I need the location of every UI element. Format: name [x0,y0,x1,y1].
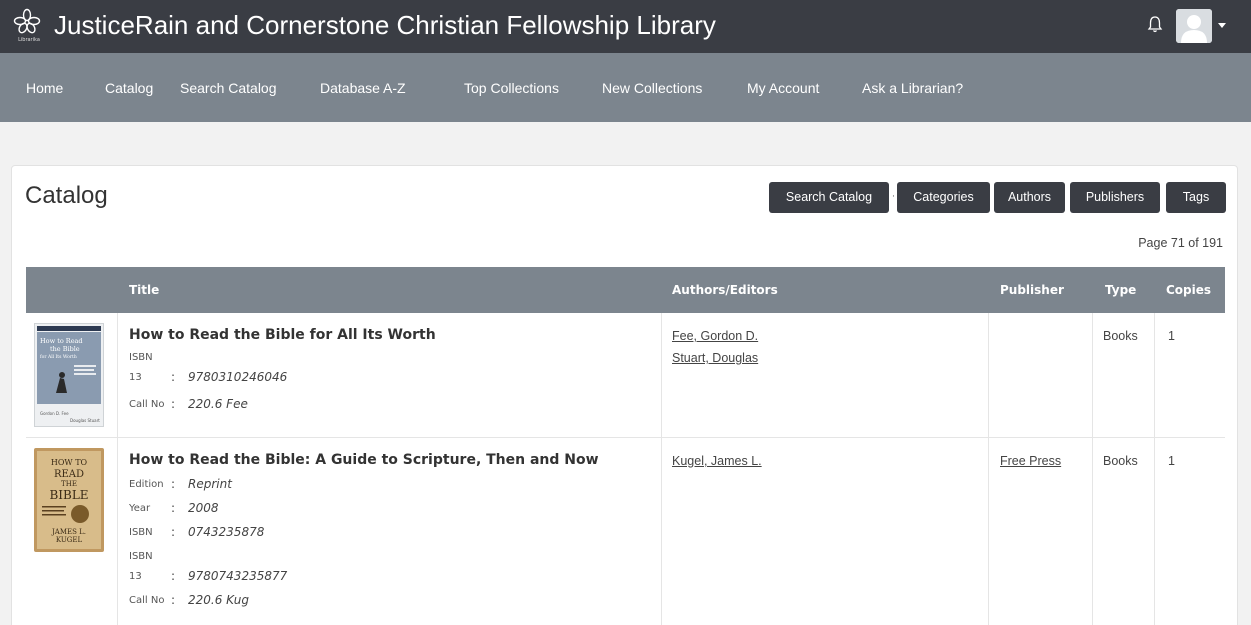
field-colon: : [171,525,176,539]
author-link[interactable]: Kugel, James L. [672,454,762,468]
cover-text-line2: READ [54,469,84,480]
field-colon: : [171,501,176,515]
nav-database-a-z[interactable]: Database A-Z [320,80,406,96]
book-title-link[interactable]: How to Read the Bible for All Its Worth [129,327,436,343]
year-value: 2008 [188,501,219,515]
field-colon: : [171,593,176,607]
call-number-value: 220.6 Fee [188,397,248,411]
author-link[interactable]: Stuart, Douglas [672,351,758,365]
copies-count: 1 [1168,454,1175,468]
item-type: Books [1103,329,1138,343]
tags-button[interactable]: Tags [1166,182,1226,213]
top-bar: Librarika JusticeRain and Cornerstone Ch… [0,0,1251,53]
publisher-link[interactable]: Free Press [1000,454,1061,468]
pagination-info: Page 71 of 191 [1138,236,1223,250]
nav-catalog[interactable]: Catalog [105,80,153,96]
categories-button[interactable]: Categories [897,182,990,213]
librarika-logo[interactable]: Librarika [12,8,42,46]
isbn13-label: ISBN [129,551,153,562]
cover-text-line1: HOW TO [51,458,88,467]
column-header-type[interactable]: Type [1105,283,1136,297]
app-title[interactable]: JusticeRain and Cornerstone Christian Fe… [54,10,716,41]
catalog-card: Catalog Search Catalog · Categories Auth… [11,165,1238,625]
edition-label: Edition [129,479,164,490]
book-cover-thumbnail[interactable]: How to Read the Bible for All Its Worth … [34,323,104,427]
table-row: How to Read the Bible for All Its Worth … [26,313,1225,438]
copies-count: 1 [1168,329,1175,343]
button-separator: · [892,192,895,202]
user-menu-caret-icon[interactable] [1218,23,1226,28]
column-header-publisher[interactable]: Publisher [1000,283,1064,297]
user-avatar[interactable] [1176,9,1212,43]
table-row: HOW TO READ THE BIBLE JAMES L. KUGEL How… [26,438,1225,625]
isbn-label: ISBN [129,527,153,538]
authors-button[interactable]: Authors [994,182,1065,213]
call-number-value: 220.6 Kug [188,593,249,607]
cover-author1: JAMES L. [51,528,86,536]
table-header: Title Authors/Editors Publisher Type Cop… [26,267,1225,313]
call-number-label: Call No [129,595,165,606]
isbn13-label-suffix: 13 [129,372,142,383]
field-colon: : [171,370,176,384]
cover-author2: Douglas Stuart [70,418,100,423]
cover-text-line4: BIBLE [49,488,88,502]
nav-search-catalog[interactable]: Search Catalog [180,80,277,96]
isbn13-value: 9780743235877 [188,569,288,583]
nav-my-account[interactable]: My Account [747,80,819,96]
isbn13-value: 9780310246046 [188,370,288,384]
field-colon: : [171,477,176,491]
nav-new-collections[interactable]: New Collections [602,80,702,96]
isbn-value: 0743235878 [188,525,265,539]
isbn13-label: ISBN [129,352,153,363]
column-header-title[interactable]: Title [129,283,159,297]
logo-text: Librarika [18,37,40,43]
book-cover-thumbnail[interactable]: HOW TO READ THE BIBLE JAMES L. KUGEL [34,448,104,552]
column-header-copies[interactable]: Copies [1166,283,1211,297]
nav-home[interactable]: Home [26,80,63,96]
search-catalog-button[interactable]: Search Catalog [769,182,889,213]
notification-bell-icon[interactable] [1147,15,1163,33]
cover-author1: Gordon D. Fee [40,411,69,416]
cover-text-line1: How to Read [40,337,83,345]
edition-value: Reprint [188,477,232,491]
cover-author2: KUGEL [56,536,83,544]
isbn13-label-suffix: 13 [129,571,142,582]
author-link[interactable]: Fee, Gordon D. [672,329,758,343]
call-number-label: Call No [129,399,165,410]
field-colon: : [171,397,176,411]
cover-text-line2: the Bible [50,345,80,353]
cover-text-line3: for All Its Worth [40,354,77,360]
user-silhouette-icon [1176,9,1212,43]
field-colon: : [171,569,176,583]
publishers-button[interactable]: Publishers [1070,182,1160,213]
main-nav: Home Catalog Search Catalog Database A-Z… [0,53,1251,122]
year-label: Year [129,503,151,514]
flower-logo-icon [13,8,41,34]
item-type: Books [1103,454,1138,468]
page-title: Catalog [25,182,108,209]
book-title-link[interactable]: How to Read the Bible: A Guide to Script… [129,452,599,468]
cover-text-line3: THE [61,480,77,488]
nav-top-collections[interactable]: Top Collections [464,80,559,96]
column-header-authors[interactable]: Authors/Editors [672,283,778,297]
nav-ask-a-librarian[interactable]: Ask a Librarian? [862,80,963,96]
